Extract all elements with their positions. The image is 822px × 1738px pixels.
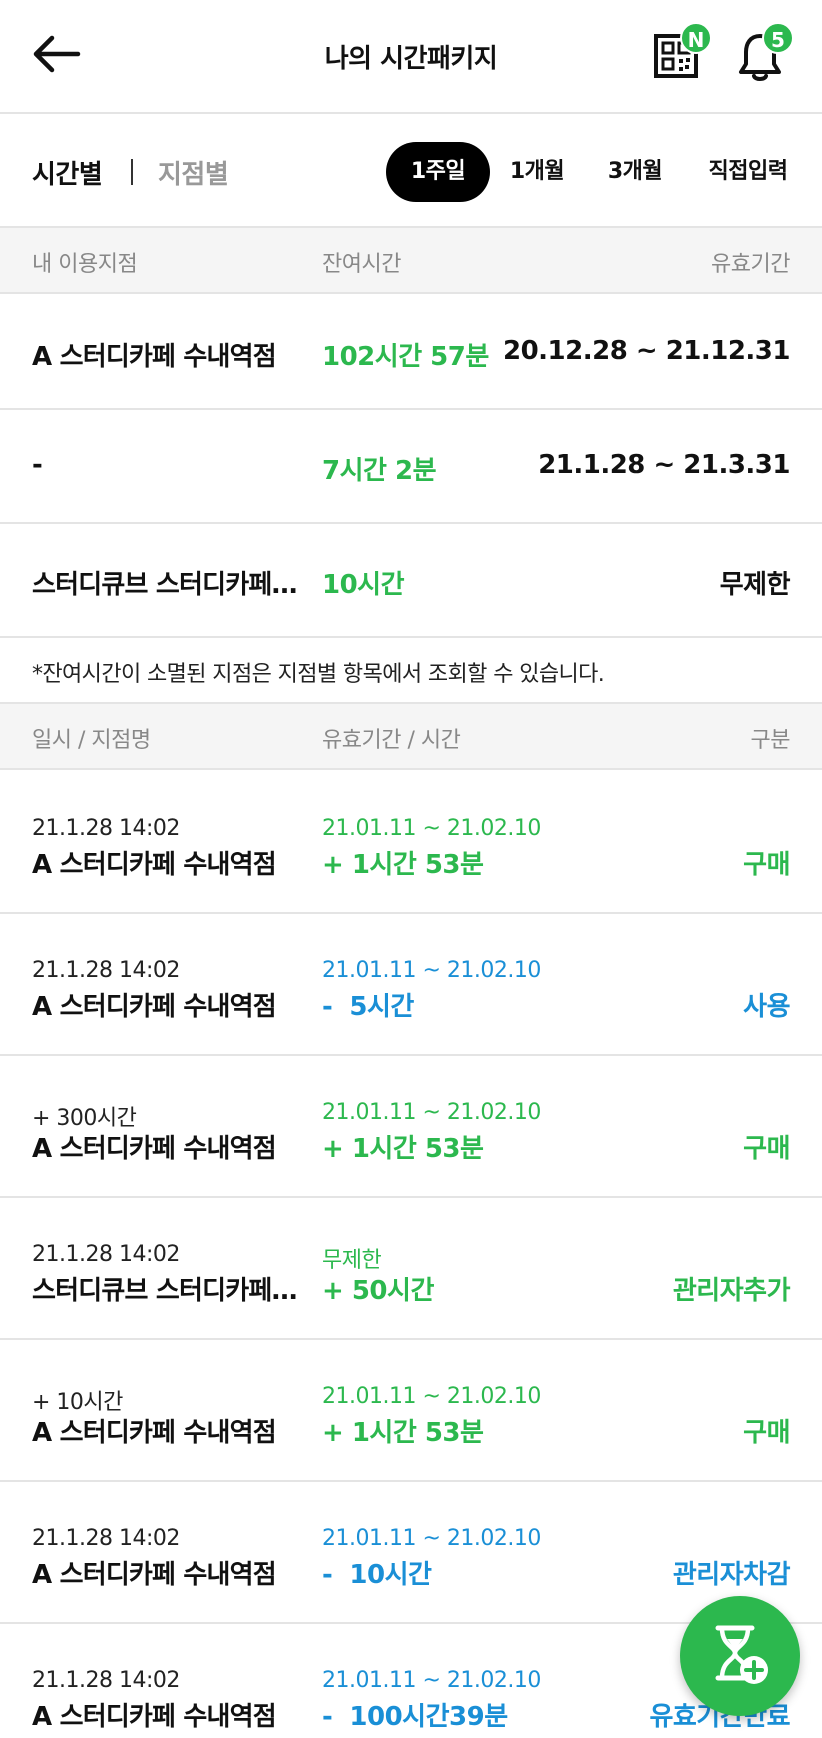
summary-row[interactable]: A 스터디카페 수내역점 102시간 57분 20.12.28 ~ 21.12.… [0, 296, 822, 410]
history-validity: 21.01.11 ~ 21.02.10 [322, 1668, 541, 1693]
history-branch: A 스터디카페 수내역점 [32, 1702, 276, 1732]
summary-remaining: 102시간 57분 [322, 342, 489, 372]
history-branch: A 스터디카페 수내역점 [32, 850, 276, 880]
history-header-date-branch: 일시 / 지점명 [32, 728, 151, 753]
history-type: 사용 [743, 992, 790, 1022]
summary-branch: 스터디큐브 스터디카페 야탑점 [32, 570, 302, 600]
history-row[interactable]: 21.1.28 14:02 A 스터디카페 수내역점 21.01.11 ~ 21… [0, 1482, 822, 1624]
hourglass-add-icon [715, 1625, 768, 1684]
history-amount: - 5시간 [322, 992, 414, 1022]
period-custom-button[interactable]: 직접입력 [696, 142, 800, 202]
summary-remaining: 7시간 2분 [322, 456, 437, 486]
note-text: *잔여시간이 소멸된 지점은 지점별 항목에서 조회할 수 있습니다. [32, 662, 605, 687]
summary-header-remaining: 잔여시간 [322, 252, 401, 277]
history-date: 21.1.28 14:02 [32, 816, 180, 841]
qr-new-badge: N [680, 22, 712, 54]
history-type: 구매 [743, 850, 790, 880]
history-branch: A 스터디카페 수내역점 [32, 1134, 276, 1164]
history-branch: A 스터디카페 수내역점 [32, 992, 276, 1022]
summary-table-header: 내 이용지점 잔여시간 유효기간 [0, 228, 822, 294]
history-row[interactable]: 21.1.28 14:02 A 스터디카페 수내역점 21.01.11 ~ 21… [0, 914, 822, 1056]
add-time-fab[interactable] [680, 1596, 800, 1716]
history-row[interactable]: 21.1.28 14:02 A 스터디카페 수내역점 21.01.11 ~ 21… [0, 772, 822, 914]
history-type: 구매 [743, 1134, 790, 1164]
history-branch: 스터디큐브 스터디카페 야탑점 [32, 1276, 302, 1306]
period-1-month-button[interactable]: 1개월 [494, 142, 580, 202]
history-type: 구매 [743, 1418, 790, 1448]
summary-row[interactable]: - 7시간 2분 21.1.28 ~ 21.3.31 [0, 410, 822, 524]
summary-header-validity: 유효기간 [711, 252, 790, 277]
history-validity: 21.01.11 ~ 21.02.10 [322, 816, 541, 841]
app-header: 나의 시간패키지 N 5 [0, 0, 822, 114]
summary-branch: - [32, 450, 42, 480]
summary-validity: 20.12.28 ~ 21.12.31 [503, 336, 791, 366]
history-validity: 21.01.11 ~ 21.02.10 [322, 1384, 541, 1409]
history-row[interactable]: 21.1.28 14:02 스터디큐브 스터디카페 야탑점 무제한 + 50시간… [0, 1198, 822, 1340]
notification-count-badge: 5 [762, 22, 794, 54]
history-branch: A 스터디카페 수내역점 [32, 1418, 276, 1448]
tab-divider [131, 159, 133, 185]
expired-branch-note: *잔여시간이 소멸된 지점은 지점별 항목에서 조회할 수 있습니다. [0, 638, 822, 704]
history-header-type: 구분 [750, 728, 791, 753]
tab-by-branch[interactable]: 지점별 [158, 154, 229, 191]
history-validity: 21.01.11 ~ 21.02.10 [322, 958, 541, 983]
summary-validity: 무제한 [719, 570, 791, 600]
summary-row[interactable]: 스터디큐브 스터디카페 야탑점 10시간 무제한 [0, 524, 822, 638]
history-amount: + 1시간 53분 [322, 1134, 484, 1164]
history-date: 21.1.28 14:02 [32, 958, 180, 983]
history-header-validity-time: 유효기간 / 시간 [322, 728, 461, 753]
summary-validity: 21.1.28 ~ 21.3.31 [538, 450, 790, 480]
summary-remaining: 10시간 [322, 570, 405, 600]
history-amount: + 1시간 53분 [322, 850, 484, 880]
history-branch: A 스터디카페 수내역점 [32, 1560, 276, 1590]
period-1-week-button[interactable]: 1주일 [386, 142, 490, 202]
history-date: 21.1.28 14:02 [32, 1526, 180, 1551]
history-table-header: 일시 / 지점명 유효기간 / 시간 구분 [0, 704, 822, 770]
history-amount: + 50시간 [322, 1276, 434, 1306]
history-amount: + 1시간 53분 [322, 1418, 484, 1448]
history-type: 관리자추가 [672, 1276, 791, 1306]
history-amount: - 100시간39분 [322, 1702, 508, 1732]
period-3-month-button[interactable]: 3개월 [592, 142, 678, 202]
summary-header-branch: 내 이용지점 [32, 252, 138, 277]
history-date: 21.1.28 14:02 [32, 1668, 180, 1693]
filter-bar: 시간별 지점별 1주일 1개월 3개월 직접입력 [0, 114, 822, 228]
history-validity: 21.01.11 ~ 21.02.10 [322, 1526, 541, 1551]
history-type: 관리자차감 [672, 1560, 791, 1590]
history-row[interactable]: + 300시간 A 스터디카페 수내역점 21.01.11 ~ 21.02.10… [0, 1056, 822, 1198]
history-date: 21.1.28 14:02 [32, 1242, 180, 1267]
history-validity: 21.01.11 ~ 21.02.10 [322, 1100, 541, 1125]
summary-branch: A 스터디카페 수내역점 [32, 342, 276, 372]
history-row[interactable]: + 10시간 A 스터디카페 수내역점 21.01.11 ~ 21.02.10 … [0, 1340, 822, 1482]
history-amount: - 10시간 [322, 1560, 432, 1590]
tab-by-time[interactable]: 시간별 [32, 154, 103, 191]
